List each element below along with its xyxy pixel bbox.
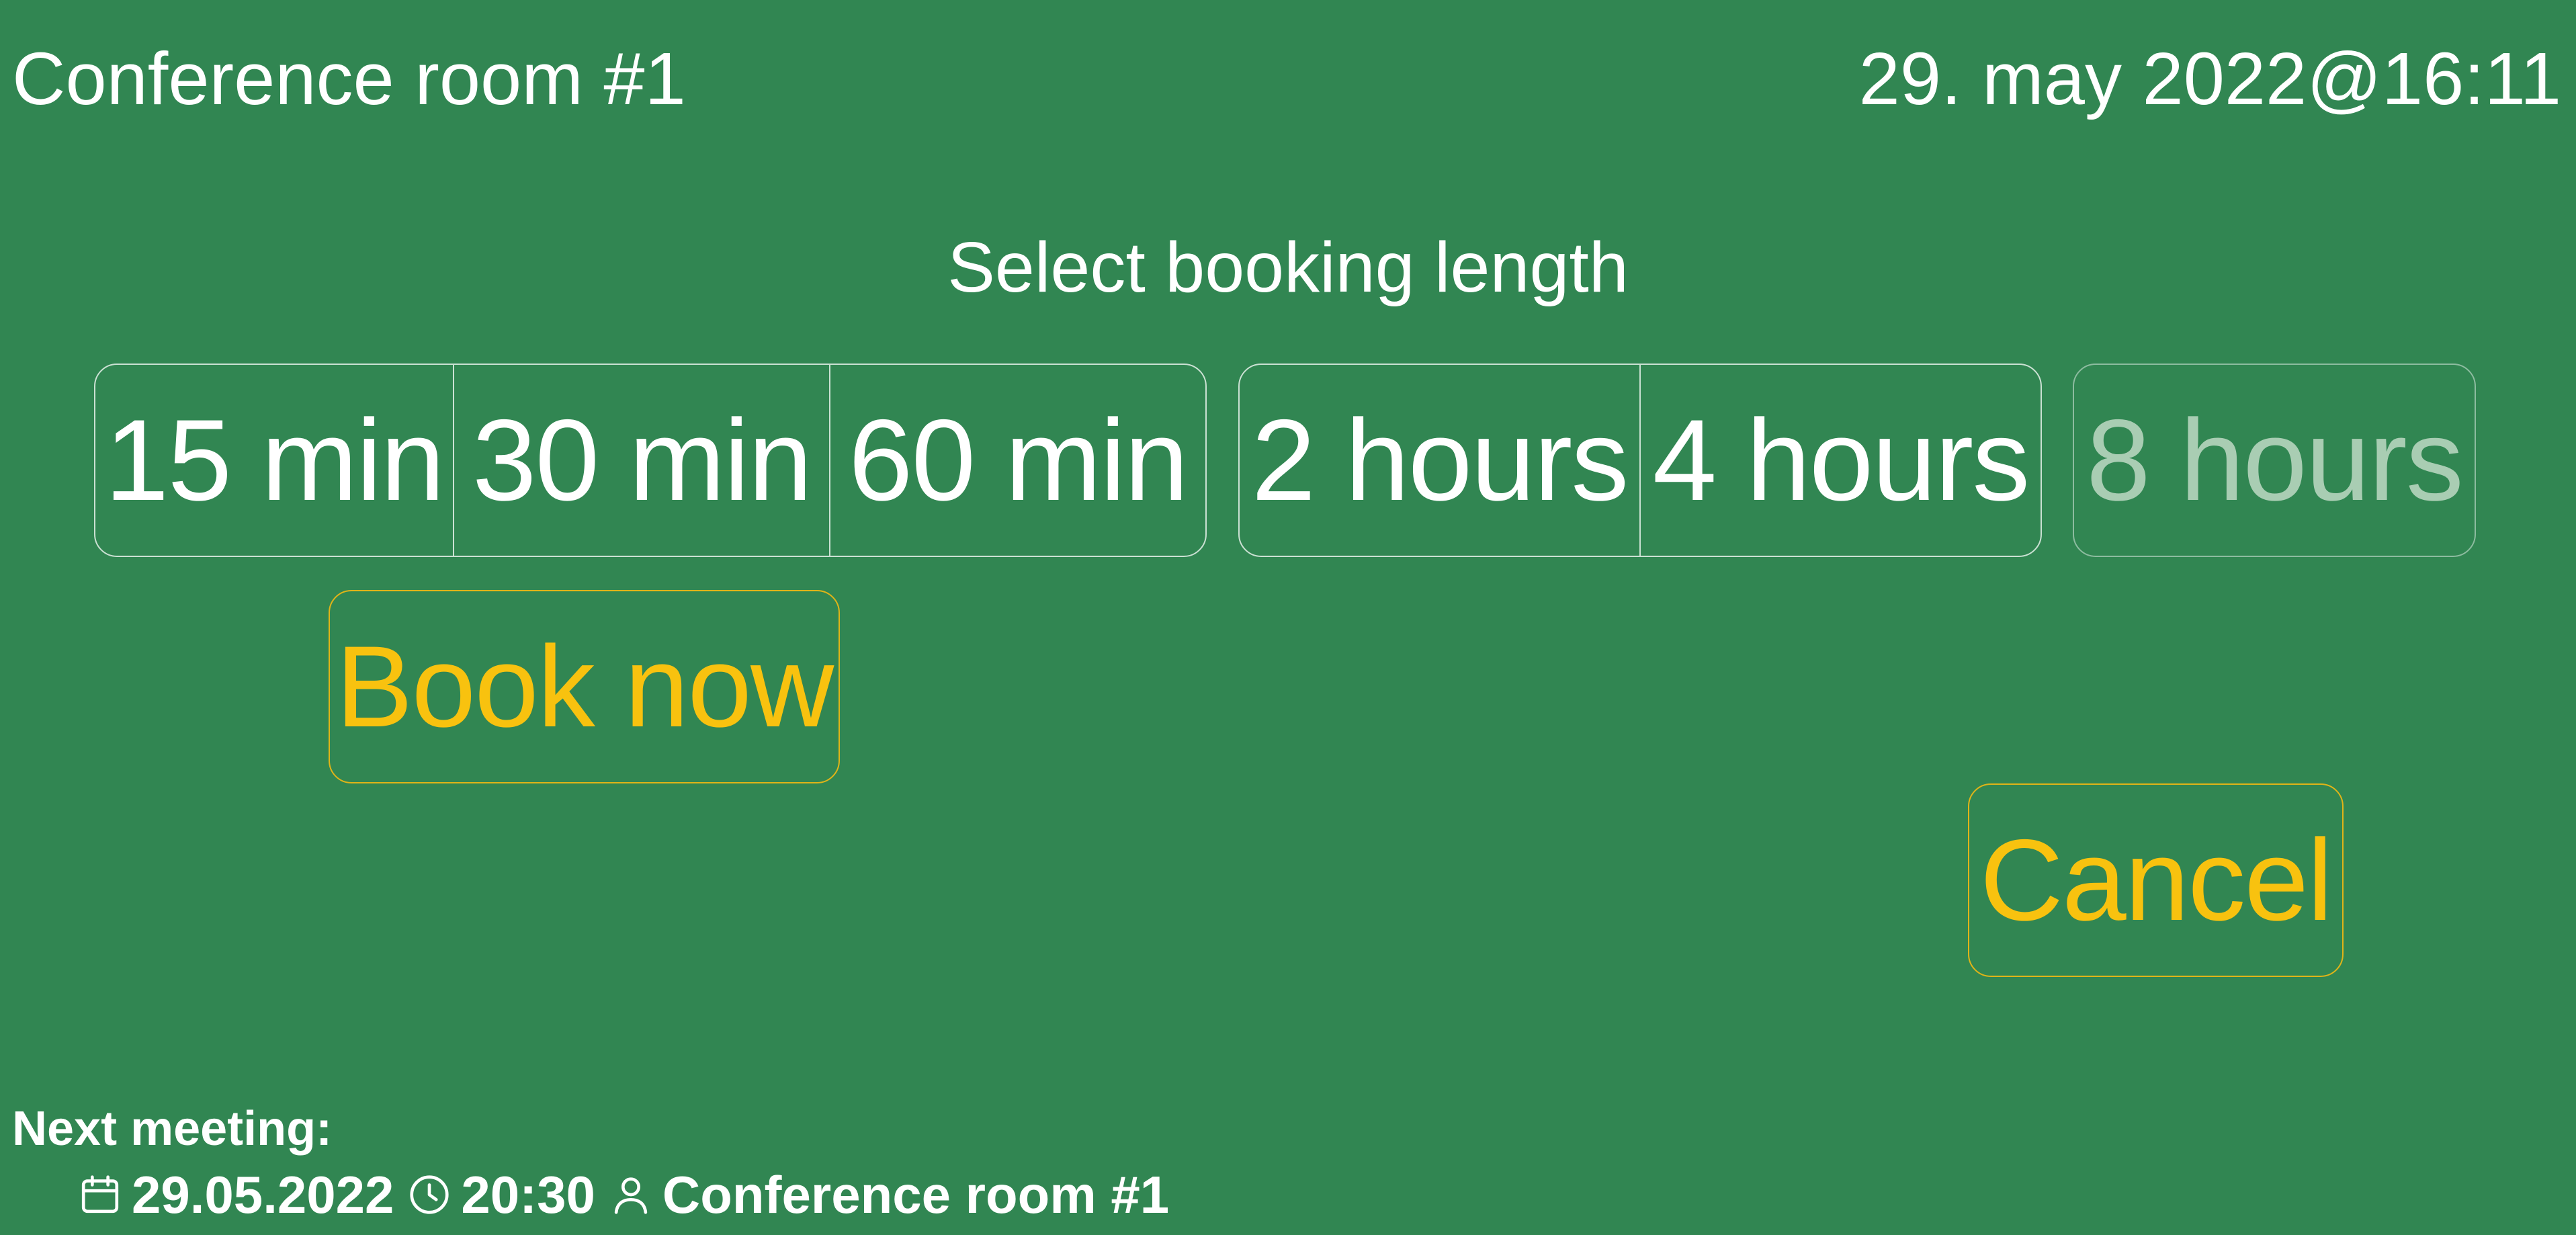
duration-option-4-hours[interactable]: 4 hours	[1639, 365, 2041, 556]
room-title: Conference room #1	[12, 38, 686, 120]
duration-option-8-hours: 8 hours	[2086, 396, 2464, 525]
book-now-button[interactable]: Book now	[329, 590, 840, 783]
next-meeting-room: Conference room #1	[662, 1164, 1170, 1224]
current-datetime: 29. may 2022@16:11	[1858, 38, 2561, 120]
calendar-icon	[77, 1171, 124, 1218]
next-meeting-date: 29.05.2022	[132, 1164, 394, 1224]
person-icon	[607, 1171, 654, 1218]
duration-group-hours: 2 hours 4 hours	[1238, 364, 2042, 557]
booking-length-prompt: Select booking length	[947, 228, 1629, 307]
duration-option-15-min[interactable]: 15 min	[95, 365, 453, 556]
next-meeting-label: Next meeting:	[12, 1102, 333, 1156]
duration-group-minutes: 15 min 30 min 60 min	[94, 364, 1207, 557]
duration-option-60-min[interactable]: 60 min	[829, 365, 1205, 556]
cancel-button[interactable]: Cancel	[1968, 783, 2344, 977]
duration-option-2-hours[interactable]: 2 hours	[1240, 365, 1639, 556]
next-meeting-details: 29.05.2022 20:30 Conference room #1	[77, 1161, 1181, 1228]
duration-option-30-min[interactable]: 30 min	[453, 365, 829, 556]
duration-group-unavailable: 8 hours	[2073, 364, 2476, 557]
booking-screen: Conference room #1 29. may 2022@16:11 Se…	[0, 0, 2576, 1235]
next-meeting-time: 20:30	[461, 1164, 595, 1224]
clock-icon	[406, 1171, 453, 1218]
